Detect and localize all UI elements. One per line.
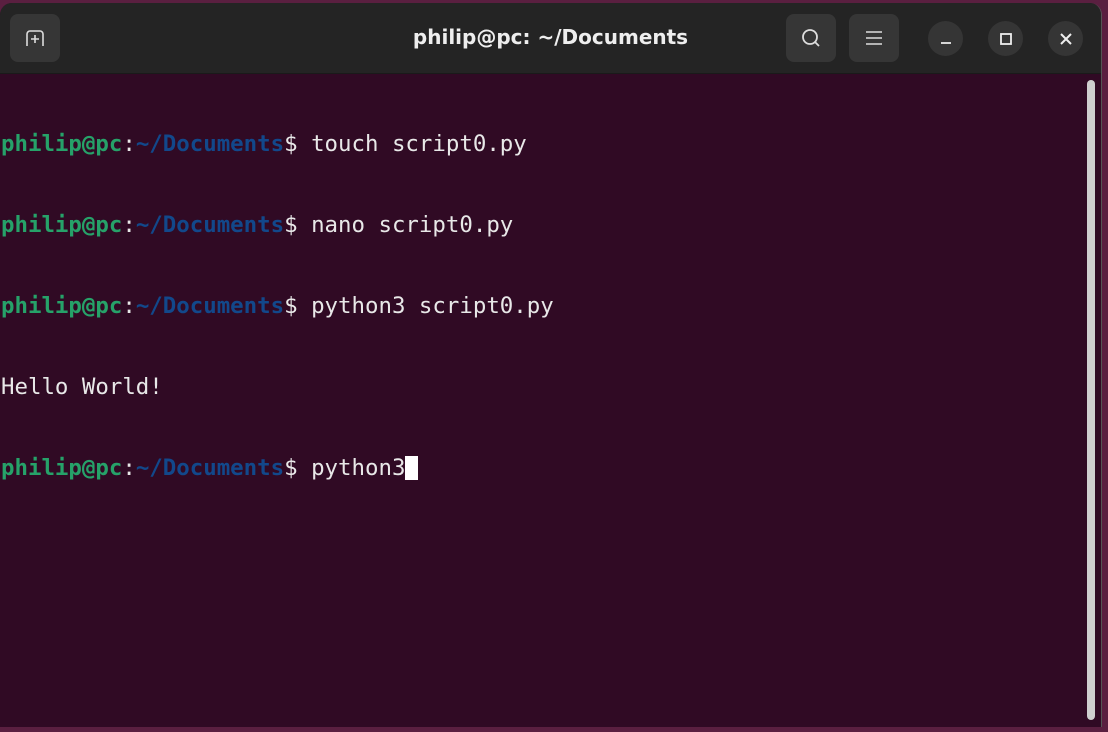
text-cursor <box>405 456 419 480</box>
search-icon <box>802 29 820 47</box>
minimize-icon <box>940 41 951 44</box>
prompt-user: philip@pc <box>1 293 123 319</box>
search-button[interactable] <box>786 14 836 62</box>
terminal-line: philip@pc:~/Documents$ python3 <box>1 455 554 482</box>
hamburger-menu-icon <box>866 31 882 45</box>
header-bar: philip@pc: ~/Documents <box>0 3 1101 74</box>
prompt-separator: : <box>122 131 136 157</box>
command-input[interactable]: python3 <box>298 455 405 481</box>
prompt-path: ~/Documents <box>135 131 285 157</box>
scrollbar[interactable] <box>1087 80 1095 720</box>
prompt-separator: : <box>122 293 136 319</box>
prompt-separator: : <box>122 455 136 481</box>
prompt-user: philip@pc <box>1 131 123 157</box>
command-text: python3 script0.py <box>297 293 554 319</box>
prompt-path: ~/Documents <box>135 293 285 319</box>
output-text: Hello World! <box>1 374 163 400</box>
prompt-symbol: $ <box>284 293 298 319</box>
terminal-window: philip@pc: ~/Documents philip@pc:~/Docum… <box>0 3 1102 727</box>
close-icon <box>1059 32 1072 45</box>
terminal-line: philip@pc:~/Documents$ python3 script0.p… <box>1 293 554 320</box>
prompt-path: ~/Documents <box>135 455 285 481</box>
new-tab-icon <box>26 30 44 46</box>
close-button[interactable] <box>1048 21 1083 56</box>
prompt-symbol: $ <box>284 131 298 157</box>
menu-button[interactable] <box>849 14 899 62</box>
prompt-user: philip@pc <box>1 455 123 481</box>
terminal-output[interactable]: philip@pc:~/Documents$ touch script0.py … <box>1 77 554 536</box>
minimize-button[interactable] <box>928 21 963 56</box>
maximize-icon <box>999 32 1012 45</box>
terminal-line: philip@pc:~/Documents$ nano script0.py <box>1 212 554 239</box>
prompt-user: philip@pc <box>1 212 123 238</box>
prompt-symbol: $ <box>284 455 298 481</box>
command-text: touch script0.py <box>297 131 527 157</box>
command-text: nano script0.py <box>297 212 514 238</box>
new-tab-button[interactable] <box>10 14 60 62</box>
maximize-button[interactable] <box>988 21 1023 56</box>
terminal-line: Hello World! <box>1 374 554 401</box>
terminal-line: philip@pc:~/Documents$ touch script0.py <box>1 131 554 158</box>
prompt-symbol: $ <box>284 212 298 238</box>
prompt-path: ~/Documents <box>135 212 285 238</box>
prompt-separator: : <box>122 212 136 238</box>
